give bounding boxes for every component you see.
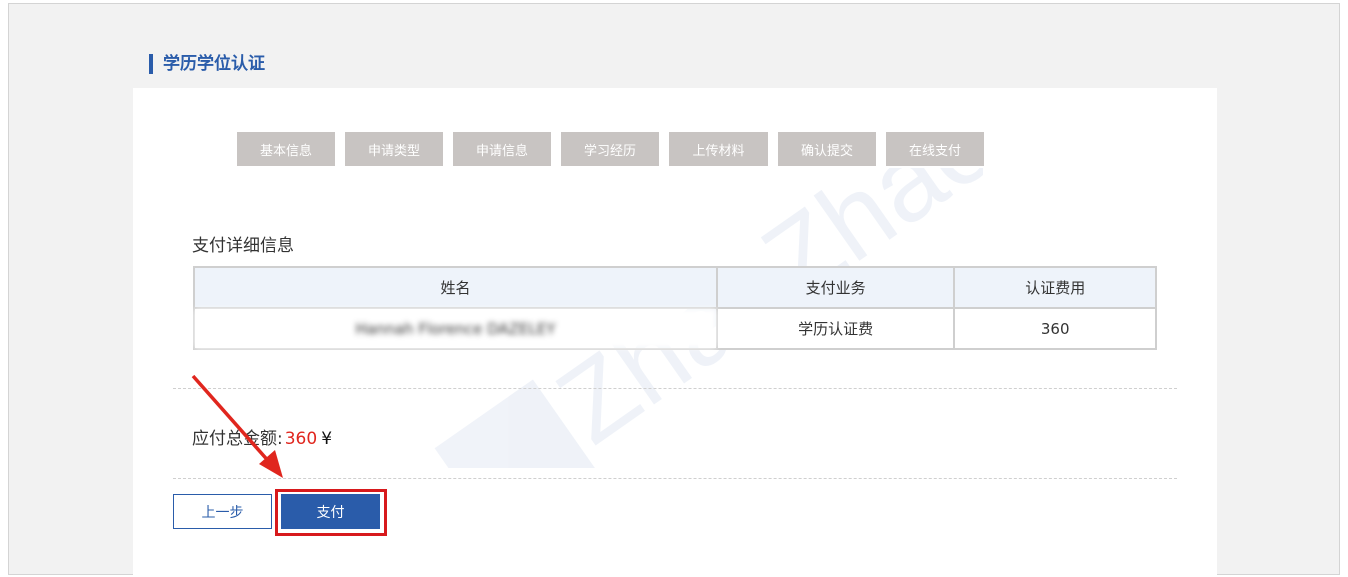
- table-header-row: 姓名 支付业务 认证费用: [193, 266, 1157, 309]
- step-online-payment[interactable]: 在线支付: [886, 132, 984, 166]
- payment-table: 姓名 支付业务 认证费用 Hannah Florence DAZELEY 学历认…: [193, 266, 1157, 350]
- red-arrow-annotation: [191, 374, 283, 478]
- page-title: 学历学位认证: [149, 54, 265, 74]
- step-application-type[interactable]: 申请类型: [345, 132, 443, 166]
- header-name: 姓名: [193, 266, 718, 309]
- cell-name: Hannah Florence DAZELEY: [193, 307, 718, 350]
- step-basic-info[interactable]: 基本信息: [237, 132, 335, 166]
- divider: [173, 388, 1177, 389]
- payment-card: ZhaoZhao 基本信息 申请类型 申请信息 学习经历 上传材料 确认提交 在…: [133, 88, 1217, 577]
- pay-button[interactable]: 支付: [281, 494, 380, 529]
- previous-step-button[interactable]: 上一步: [173, 494, 272, 529]
- step-study-history[interactable]: 学习经历: [561, 132, 659, 166]
- cell-fee: 360: [953, 307, 1157, 350]
- step-application-info[interactable]: 申请信息: [453, 132, 551, 166]
- table-row: Hannah Florence DAZELEY 学历认证费 360: [193, 307, 1157, 350]
- header-fee: 认证费用: [953, 266, 1157, 309]
- divider: [173, 478, 1177, 479]
- currency-symbol: ¥: [321, 429, 333, 449]
- cell-service: 学历认证费: [715, 307, 956, 350]
- header-service: 支付业务: [715, 266, 956, 309]
- step-progress: 基本信息 申请类型 申请信息 学习经历 上传材料 确认提交 在线支付: [237, 132, 984, 166]
- payment-detail-title: 支付详细信息: [192, 236, 294, 256]
- step-upload-materials[interactable]: 上传材料: [669, 132, 768, 166]
- step-confirm-submit[interactable]: 确认提交: [778, 132, 876, 166]
- page-frame: 学历学位认证 ZhaoZhao 基本信息 申请类型 申请信息 学习经历 上传材料…: [8, 3, 1340, 577]
